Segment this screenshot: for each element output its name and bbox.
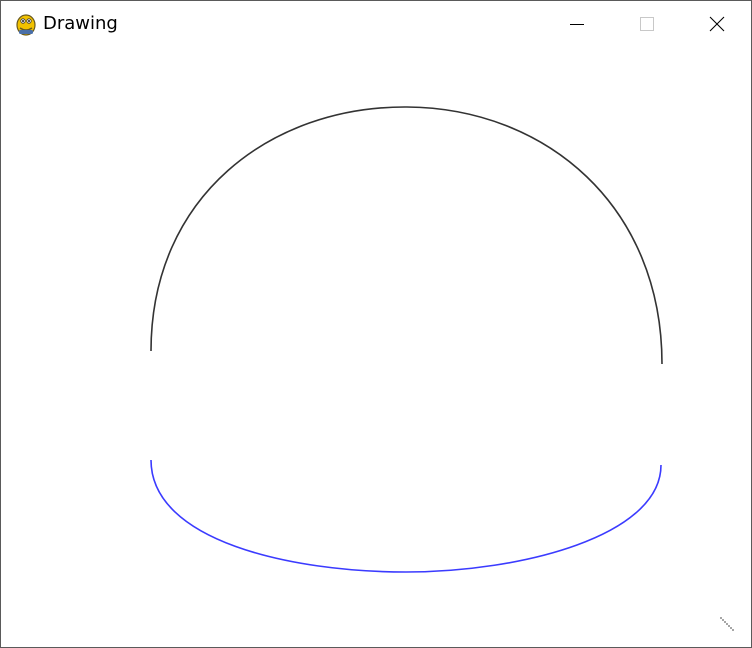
minimize-icon bbox=[570, 23, 584, 25]
close-button[interactable] bbox=[682, 1, 751, 46]
drawing-canvas[interactable] bbox=[1, 46, 751, 647]
canvas-svg bbox=[150, 106, 663, 573]
close-icon bbox=[709, 16, 725, 31]
title-bar[interactable]: Drawing bbox=[1, 1, 751, 46]
maximize-icon bbox=[640, 16, 654, 31]
upper-arc bbox=[150, 106, 663, 365]
maximize-button[interactable] bbox=[612, 1, 682, 46]
drawing-window: Drawing bbox=[0, 0, 752, 648]
pygame-snake-icon bbox=[16, 14, 36, 36]
minimize-button[interactable] bbox=[542, 1, 612, 46]
window-title: Drawing bbox=[43, 13, 118, 34]
lower-arc bbox=[150, 459, 662, 573]
resize-grip-icon[interactable] bbox=[717, 614, 737, 634]
